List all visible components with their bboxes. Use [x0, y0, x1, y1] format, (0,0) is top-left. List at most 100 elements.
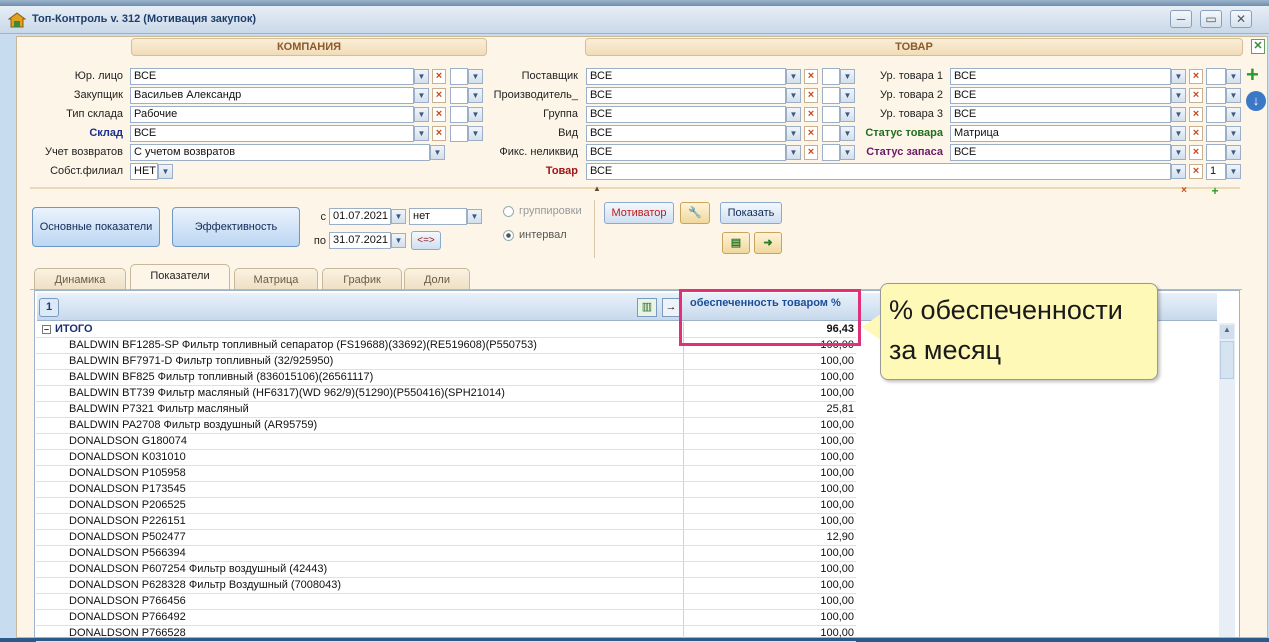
date-to-input[interactable]: 31.07.2021 — [329, 232, 391, 249]
chevron-down-icon[interactable]: ▼ — [840, 107, 855, 122]
chevron-down-icon[interactable]: ▼ — [1226, 88, 1241, 103]
filter-select[interactable]: ВСЕ — [950, 87, 1171, 104]
table-row[interactable]: DONALDSON P502477 12,90 — [36, 530, 856, 546]
close-button[interactable]: ✕ — [1230, 10, 1252, 28]
clear-icon[interactable]: × — [1189, 69, 1203, 84]
tab-5[interactable]: Доли — [404, 268, 470, 290]
efficiency-button[interactable]: Эффективность — [172, 207, 300, 247]
download-icon[interactable]: ↓ — [1246, 91, 1266, 111]
clear-icon[interactable]: × — [432, 126, 446, 141]
table-row[interactable]: DONALDSON P206525 100,00 — [36, 498, 856, 514]
filter-select[interactable]: ВСЕ — [950, 106, 1171, 123]
clear-icon[interactable]: × — [432, 69, 446, 84]
add-row-icon[interactable]: + — [1208, 184, 1222, 198]
filter-select[interactable]: Матрица — [950, 125, 1171, 142]
chevron-down-icon[interactable]: ▼ — [1171, 107, 1186, 122]
clear-icon[interactable]: × — [804, 88, 818, 103]
clear-icon[interactable]: × — [804, 107, 818, 122]
interval-radio[interactable] — [503, 230, 514, 241]
page-number-button[interactable]: 1 — [39, 298, 59, 317]
clear-icon[interactable]: × — [1189, 107, 1203, 122]
chevron-down-icon[interactable]: ▼ — [1226, 107, 1241, 122]
close-filters-icon[interactable]: ✕ — [1251, 39, 1265, 54]
vertical-scrollbar[interactable]: ▲ — [1219, 323, 1235, 637]
maximize-button[interactable]: ▭ — [1200, 10, 1222, 28]
table-row[interactable]: DONALDSON P628328 Фильтр Воздушный (7008… — [36, 578, 856, 594]
compare-dropdown-icon[interactable]: ▼ — [467, 209, 482, 224]
extra-select[interactable] — [1206, 68, 1226, 85]
excel-export-icon[interactable]: ▤ — [722, 232, 750, 254]
extra-select[interactable] — [450, 68, 468, 85]
company-section-header[interactable]: КОМПАНИЯ — [131, 38, 487, 56]
collapse-icon[interactable]: – — [42, 325, 51, 334]
filter-select[interactable]: ВСЕ — [586, 144, 786, 161]
chevron-down-icon[interactable]: ▼ — [1171, 88, 1186, 103]
chevron-down-icon[interactable]: ▼ — [1171, 164, 1186, 179]
motivator-button[interactable]: Мотиватор — [604, 202, 674, 224]
table-row[interactable]: DONALDSON P607254 Фильтр воздушный (4244… — [36, 562, 856, 578]
chevron-down-icon[interactable]: ▼ — [430, 145, 445, 160]
filter-select[interactable]: ВСЕ — [130, 125, 414, 142]
filter-select[interactable]: Рабочие — [130, 106, 414, 123]
date-to-dropdown-icon[interactable]: ▼ — [391, 233, 406, 248]
filter-select[interactable]: ВСЕ — [586, 125, 786, 142]
scroll-thumb[interactable] — [1220, 341, 1234, 379]
tab-3[interactable]: Матрица — [234, 268, 318, 290]
table-row[interactable]: DONALDSON P566394 100,00 — [36, 546, 856, 562]
chevron-down-icon[interactable]: ▼ — [786, 88, 801, 103]
filter-select[interactable]: Васильев Александр — [130, 87, 414, 104]
extra-select[interactable] — [450, 106, 468, 123]
filter-select[interactable]: ВСЕ — [130, 68, 414, 85]
chevron-down-icon[interactable]: ▼ — [786, 145, 801, 160]
extra-select[interactable] — [822, 87, 840, 104]
table-row[interactable]: DONALDSON P766492 100,00 — [36, 610, 856, 626]
clear-icon[interactable]: × — [1189, 164, 1203, 179]
remove-row-icon[interactable]: × — [1177, 185, 1191, 197]
product-select[interactable]: ВСЕ — [586, 163, 1171, 180]
extra-select[interactable] — [450, 87, 468, 104]
table-row[interactable]: DONALDSON P766456 100,00 — [36, 594, 856, 610]
table-row[interactable]: BALDWIN BF825 Фильтр топливный (83601510… — [36, 370, 856, 386]
table-row[interactable]: DONALDSON G180074 100,00 — [36, 434, 856, 450]
clear-icon[interactable]: × — [1189, 88, 1203, 103]
extra-select[interactable] — [1206, 87, 1226, 104]
clear-icon[interactable]: × — [1189, 126, 1203, 141]
chevron-down-icon[interactable]: ▼ — [1226, 126, 1241, 141]
chevron-down-icon[interactable]: ▼ — [786, 126, 801, 141]
clear-icon[interactable]: × — [804, 69, 818, 84]
returns-select[interactable]: С учетом возвратов — [130, 144, 430, 161]
chevron-down-icon[interactable]: ▼ — [1226, 69, 1241, 84]
clear-icon[interactable]: × — [432, 107, 446, 122]
collapse-arrow-icon[interactable]: ▲ — [590, 184, 604, 194]
chevron-down-icon[interactable]: ▼ — [1226, 164, 1241, 179]
chevron-down-icon[interactable]: ▼ — [840, 88, 855, 103]
table-row[interactable]: BALDWIN PA2708 Фильтр воздушный (AR95759… — [36, 418, 856, 434]
add-filter-icon[interactable]: + — [1246, 64, 1266, 86]
table-row[interactable]: BALDWIN P7321 Фильтр масляный 25,81 — [36, 402, 856, 418]
clear-icon[interactable]: × — [804, 126, 818, 141]
product-count[interactable]: 1 — [1206, 163, 1226, 180]
chevron-down-icon[interactable]: ▼ — [158, 164, 173, 179]
chevron-down-icon[interactable]: ▼ — [1171, 145, 1186, 160]
own-branch-select[interactable]: НЕТ — [130, 163, 158, 180]
chevron-down-icon[interactable]: ▼ — [786, 69, 801, 84]
export-arrow-icon[interactable]: ➜ — [754, 232, 782, 254]
filter-select[interactable]: ВСЕ — [586, 106, 786, 123]
extra-select[interactable] — [1206, 106, 1226, 123]
filter-select[interactable]: ВСЕ — [586, 87, 786, 104]
tab-1[interactable]: Динамика — [34, 268, 126, 290]
tab-2[interactable]: Показатели — [130, 264, 230, 290]
scroll-up-icon[interactable]: ▲ — [1220, 325, 1234, 339]
extra-select[interactable] — [1206, 125, 1226, 142]
tab-4[interactable]: График — [322, 268, 402, 290]
chevron-down-icon[interactable]: ▼ — [840, 126, 855, 141]
chevron-down-icon[interactable]: ▼ — [414, 69, 429, 84]
table-row[interactable]: DONALDSON K031010 100,00 — [36, 450, 856, 466]
filter-select[interactable]: ВСЕ — [950, 144, 1171, 161]
clear-icon[interactable]: × — [432, 88, 446, 103]
extra-select[interactable] — [822, 68, 840, 85]
compare-select[interactable]: нет — [409, 208, 467, 225]
minimize-button[interactable]: ─ — [1170, 10, 1192, 28]
chevron-down-icon[interactable]: ▼ — [786, 107, 801, 122]
chevron-down-icon[interactable]: ▼ — [840, 145, 855, 160]
